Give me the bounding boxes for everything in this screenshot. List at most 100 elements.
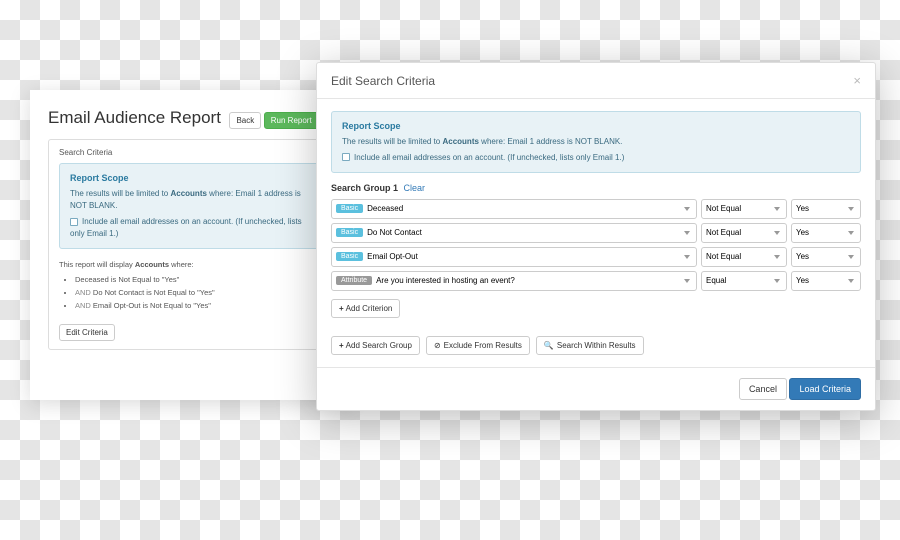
modal-include-all-emails-checkbox[interactable]: [342, 153, 350, 161]
search-criteria-heading: Search Criteria: [59, 148, 321, 157]
exclude-from-results-button[interactable]: ⊘Exclude From Results: [426, 336, 530, 355]
add-criterion-button[interactable]: +Add Criterion: [331, 299, 400, 318]
search-group-heading: Search Group 1 Clear: [331, 183, 861, 193]
field-name: Do Not Contact: [367, 228, 422, 237]
criterion-row: Basic Email Opt-Out Not Equal Yes: [331, 247, 861, 267]
summary-b: where:: [169, 260, 194, 269]
and-prefix: AND: [75, 301, 91, 310]
modal-report-scope-title: Report Scope: [342, 120, 850, 134]
criteria-bullet: AND Do Not Contact is Not Equal to "Yes": [75, 287, 321, 298]
criterion-row: Basic Deceased Not Equal Yes: [331, 199, 861, 219]
clear-group-link[interactable]: Clear: [404, 183, 426, 193]
modal-footer: Cancel Load Criteria: [317, 367, 875, 410]
field-select[interactable]: Attribute Are you interested in hosting …: [331, 271, 697, 291]
criterion-row: Basic Do Not Contact Not Equal Yes: [331, 223, 861, 243]
report-header: Email Audience Report Back Run Report: [48, 108, 332, 129]
back-button[interactable]: Back: [229, 112, 261, 129]
criteria-summary: This report will display Accounts where:…: [59, 259, 321, 312]
edit-search-criteria-modal: Edit Search Criteria × Report Scope The …: [316, 62, 876, 411]
chevron-down-icon: [774, 279, 780, 283]
run-report-button[interactable]: Run Report: [264, 112, 319, 129]
plus-icon: +: [339, 341, 344, 350]
scope-text-a: The results will be limited to: [70, 189, 170, 198]
field-tag-basic: Basic: [336, 204, 363, 213]
operator-value: Not Equal: [706, 228, 741, 237]
report-scope-box: Report Scope The results will be limited…: [59, 163, 321, 249]
field-tag-basic: Basic: [336, 228, 363, 237]
chevron-down-icon: [774, 255, 780, 259]
value-select[interactable]: Yes: [791, 271, 861, 291]
value-value: Yes: [796, 228, 809, 237]
operator-select[interactable]: Not Equal: [701, 247, 787, 267]
include-all-emails-checkbox[interactable]: [70, 218, 78, 226]
edit-criteria-button[interactable]: Edit Criteria: [59, 324, 115, 341]
operator-select[interactable]: Equal: [701, 271, 787, 291]
value-value: Yes: [796, 204, 809, 213]
field-name: Are you interested in hosting an event?: [376, 276, 515, 285]
chevron-down-icon: [774, 207, 780, 211]
modal-scope-text: The results will be limited to Accounts …: [342, 136, 850, 148]
report-scope-text: The results will be limited to Accounts …: [70, 188, 310, 212]
add-search-group-label: Add Search Group: [346, 341, 412, 350]
modal-scope-b: where: Email 1 address is NOT BLANK.: [479, 137, 622, 146]
chevron-down-icon: [684, 207, 690, 211]
chevron-down-icon: [848, 279, 854, 283]
report-page-panel: Email Audience Report Back Run Report Se…: [30, 90, 350, 400]
modal-scope-checkbox-row[interactable]: Include all email addresses on an accoun…: [342, 152, 850, 164]
summary-bold: Accounts: [135, 260, 169, 269]
modal-scope-accounts: Accounts: [442, 137, 478, 146]
scope-text-accounts: Accounts: [170, 189, 206, 198]
value-select[interactable]: Yes: [791, 199, 861, 219]
value-value: Yes: [796, 252, 809, 261]
chevron-down-icon: [848, 255, 854, 259]
cancel-button[interactable]: Cancel: [739, 378, 787, 400]
and-prefix: AND: [75, 288, 91, 297]
within-label: Search Within Results: [557, 341, 636, 350]
field-tag-basic: Basic: [336, 252, 363, 261]
plus-icon: +: [339, 304, 344, 313]
modal-header: Edit Search Criteria ×: [317, 63, 875, 99]
group-actions-row: +Add Search Group ⊘Exclude From Results …: [331, 336, 861, 355]
exclude-icon: ⊘: [434, 341, 441, 350]
search-within-results-button[interactable]: 🔍Search Within Results: [536, 336, 644, 355]
field-select[interactable]: Basic Do Not Contact: [331, 223, 697, 243]
chevron-down-icon: [684, 279, 690, 283]
scope-checkbox-row[interactable]: Include all email addresses on an accoun…: [70, 216, 310, 240]
operator-select[interactable]: Not Equal: [701, 223, 787, 243]
value-select[interactable]: Yes: [791, 223, 861, 243]
chevron-down-icon: [684, 255, 690, 259]
page-title: Email Audience Report: [48, 108, 221, 128]
bullet-text: Do Not Contact is Not Equal to "Yes": [91, 288, 215, 297]
value-value: Yes: [796, 276, 809, 285]
summary-a: This report will display: [59, 260, 135, 269]
field-name: Email Opt-Out: [367, 252, 418, 261]
modal-body: Report Scope The results will be limited…: [317, 99, 875, 367]
field-name: Deceased: [367, 204, 403, 213]
search-icon: 🔍: [544, 341, 554, 350]
operator-value: Equal: [706, 276, 726, 285]
criteria-bullet: AND Email Opt-Out is Not Equal to "Yes": [75, 300, 321, 311]
criteria-summary-list: Deceased is Not Equal to "Yes" AND Do No…: [75, 274, 321, 312]
field-tag-attribute: Attribute: [336, 276, 372, 285]
field-select[interactable]: Basic Deceased: [331, 199, 697, 219]
search-group-label: Search Group 1: [331, 183, 398, 193]
add-criterion-label: Add Criterion: [346, 304, 393, 313]
operator-select[interactable]: Not Equal: [701, 199, 787, 219]
include-all-emails-label: Include all email addresses on an accoun…: [70, 217, 302, 238]
bullet-text: Email Opt-Out is Not Equal to "Yes": [91, 301, 211, 310]
load-criteria-button[interactable]: Load Criteria: [789, 378, 861, 400]
criterion-row: Attribute Are you interested in hosting …: [331, 271, 861, 291]
chevron-down-icon: [774, 231, 780, 235]
operator-value: Not Equal: [706, 252, 741, 261]
close-icon[interactable]: ×: [853, 73, 861, 88]
report-scope-title: Report Scope: [70, 172, 310, 186]
exclude-label: Exclude From Results: [444, 341, 522, 350]
add-search-group-button[interactable]: +Add Search Group: [331, 336, 420, 355]
chevron-down-icon: [848, 207, 854, 211]
modal-scope-a: The results will be limited to: [342, 137, 442, 146]
field-select[interactable]: Basic Email Opt-Out: [331, 247, 697, 267]
chevron-down-icon: [848, 231, 854, 235]
modal-include-all-emails-label: Include all email addresses on an accoun…: [354, 153, 624, 162]
chevron-down-icon: [684, 231, 690, 235]
value-select[interactable]: Yes: [791, 247, 861, 267]
